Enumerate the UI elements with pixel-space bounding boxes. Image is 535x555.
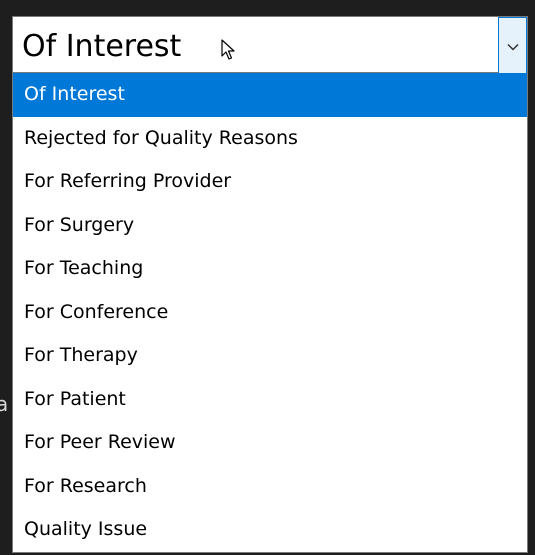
dropdown-toggle-button[interactable] [498,17,527,73]
dropdown-option[interactable]: For Teaching [13,247,527,291]
dropdown-select-box[interactable]: Of Interest [12,16,528,73]
chevron-down-icon [506,36,519,55]
dropdown-selected-value: Of Interest [22,29,182,64]
dropdown-option[interactable]: For Therapy [13,334,527,378]
dropdown-option[interactable]: Of Interest [13,73,527,117]
tag-dropdown[interactable]: Of Interest Of Interest Rejected for Qual… [12,16,528,553]
dropdown-option[interactable]: For Referring Provider [13,160,527,204]
dropdown-option[interactable]: For Surgery [13,204,527,248]
dropdown-option[interactable]: For Patient [13,378,527,422]
dropdown-option[interactable]: For Research [13,465,527,509]
dropdown-option[interactable]: For Peer Review [13,421,527,465]
dropdown-option[interactable]: Rejected for Quality Reasons [13,117,527,161]
dropdown-option-list: Of Interest Rejected for Quality Reasons F… [12,72,528,553]
background-text-fragment: a [0,392,9,416]
dropdown-option[interactable]: Quality Issue [13,508,527,552]
dropdown-option[interactable]: For Conference [13,291,527,335]
mouse-pointer-icon [221,39,235,61]
